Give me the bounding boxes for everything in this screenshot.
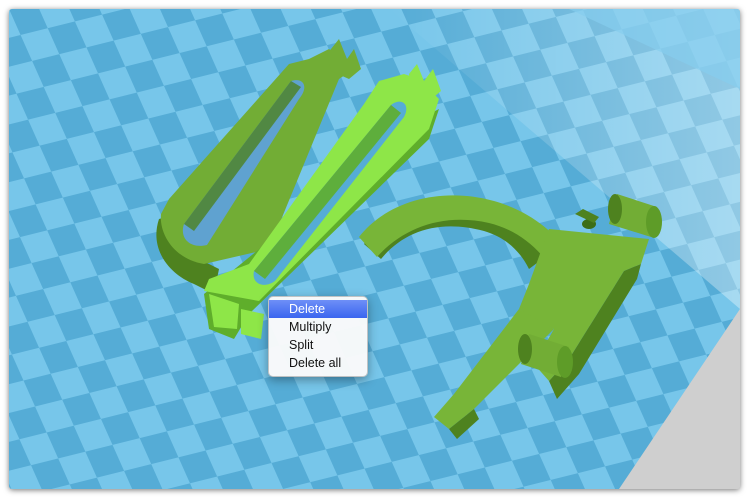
3d-viewport[interactable]	[9, 9, 740, 489]
context-menu: Delete Multiply Split Delete all	[268, 296, 368, 377]
menu-item-delete-all[interactable]: Delete all	[269, 354, 367, 372]
menu-item-delete[interactable]: Delete	[269, 300, 367, 318]
menu-item-split[interactable]: Split	[269, 336, 367, 354]
app-window: Delete Multiply Split Delete all	[9, 9, 740, 489]
part-foot-right	[241, 309, 264, 339]
menu-item-multiply[interactable]: Multiply	[269, 318, 367, 336]
